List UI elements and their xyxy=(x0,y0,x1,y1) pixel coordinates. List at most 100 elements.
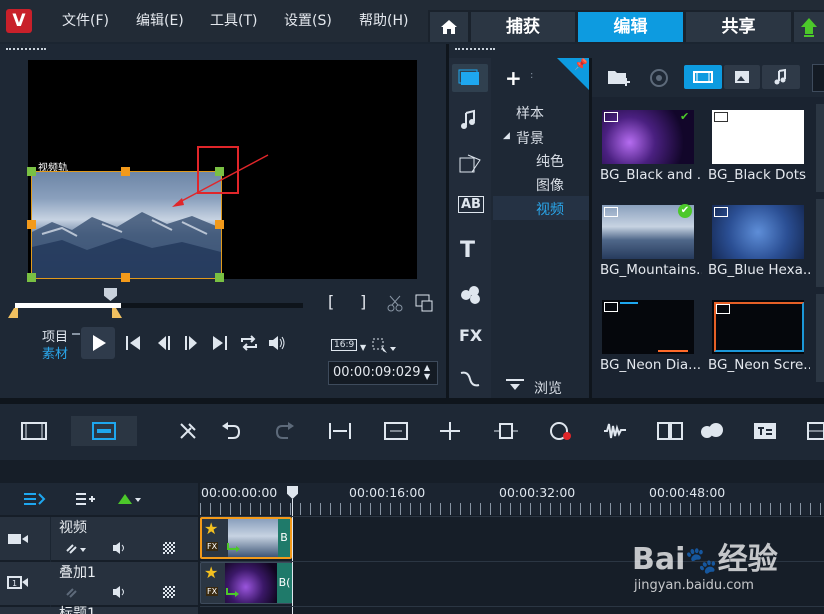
previous-frame-icon[interactable] xyxy=(155,334,173,352)
filter-photo-button[interactable] xyxy=(724,65,760,89)
tools-icon[interactable] xyxy=(177,420,201,442)
capture-camera-icon[interactable] xyxy=(648,67,670,89)
mark-in-icon[interactable]: [ xyxy=(328,292,334,311)
slip-icon[interactable] xyxy=(492,420,520,442)
multicam-icon[interactable] xyxy=(656,420,684,442)
video-camera-icon[interactable] xyxy=(7,532,29,546)
trim-icon[interactable] xyxy=(437,420,463,442)
library-thumbnail[interactable]: BG_Neon Scre... xyxy=(704,294,810,382)
text-t-icon[interactable]: T xyxy=(460,238,475,263)
tab-capture[interactable]: 捕获 xyxy=(471,12,575,42)
library-thumbnail[interactable]: BG_Blue Hexa... xyxy=(704,199,810,287)
menu-edit[interactable]: 编辑(E) xyxy=(136,10,184,30)
fit-timeline-icon[interactable] xyxy=(383,420,409,442)
end-icon[interactable] xyxy=(211,334,229,352)
filter-audio-button[interactable] xyxy=(762,65,800,89)
more-tools-icon[interactable] xyxy=(806,420,824,442)
add-dropdown-icon[interactable]: : xyxy=(530,70,533,81)
storyboard-view-icon[interactable] xyxy=(20,420,48,442)
mark-out-icon[interactable]: ] xyxy=(360,292,366,311)
repeat-icon[interactable] xyxy=(239,334,259,352)
add-folder-icon[interactable]: + xyxy=(505,66,522,90)
tree-item-backgrounds[interactable]: 背景 xyxy=(516,128,544,148)
next-frame-icon[interactable] xyxy=(182,334,200,352)
timecode-field[interactable]: 00:00:09:029 xyxy=(328,361,438,385)
audio-wave-icon[interactable] xyxy=(602,420,628,442)
media-icon xyxy=(458,69,479,85)
browse-icon[interactable] xyxy=(504,376,528,396)
mode-clip[interactable]: 素材 xyxy=(42,343,68,362)
tree-item-video[interactable]: 视频 xyxy=(536,199,564,219)
panel-grip[interactable] xyxy=(455,48,495,54)
library-thumbnail-partial[interactable] xyxy=(816,199,824,287)
browse-button[interactable]: 浏览 xyxy=(534,378,562,398)
undo-icon[interactable] xyxy=(220,420,242,442)
library-thumbnail[interactable]: ✔ BG_Mountains.... xyxy=(596,199,702,287)
chapter-marker-icon[interactable] xyxy=(116,490,142,508)
resize-handle[interactable] xyxy=(215,220,224,229)
track-transparency-icon[interactable] xyxy=(163,542,175,554)
play-button[interactable] xyxy=(81,327,115,359)
aspect-ratio-button[interactable]: 16:9 xyxy=(331,339,358,351)
timeline-view-button[interactable] xyxy=(71,416,137,446)
subtitle-icon[interactable] xyxy=(752,420,778,442)
import-media-icon[interactable] xyxy=(606,66,632,88)
record-icon[interactable] xyxy=(548,420,574,442)
tree-item-solid-color[interactable]: 纯色 xyxy=(536,151,564,171)
resize-handle[interactable] xyxy=(215,273,224,282)
link-icon[interactable] xyxy=(64,541,88,555)
menu-file[interactable]: 文件(F) xyxy=(62,10,109,30)
resize-handle[interactable] xyxy=(27,167,36,176)
menu-tools[interactable]: 工具(T) xyxy=(210,10,257,30)
tab-edit[interactable]: 编辑 xyxy=(578,12,683,42)
tree-item-image[interactable]: 图像 xyxy=(536,175,564,195)
redo-icon[interactable] xyxy=(274,420,296,442)
tab-share[interactable]: 共享 xyxy=(686,12,791,42)
fx-icon[interactable]: FX xyxy=(459,326,482,345)
split-clip-icon[interactable] xyxy=(386,294,404,312)
track-manager-icon[interactable] xyxy=(22,490,46,508)
track-volume-icon[interactable] xyxy=(111,585,131,599)
graphics-icon[interactable] xyxy=(458,283,484,307)
library-thumbnail[interactable]: ✔ BG_Black and ... xyxy=(596,104,702,192)
menu-help[interactable]: 帮助(H) xyxy=(359,10,408,30)
path-icon[interactable] xyxy=(458,367,482,391)
tree-expand-icon[interactable]: ◢ xyxy=(503,131,510,141)
timecode-stepper[interactable]: ▲ ▼ xyxy=(424,363,430,381)
timeline-clip-video[interactable]: B ★ FX xyxy=(200,517,292,559)
track-header-overlay[interactable] xyxy=(0,562,198,605)
library-thumbnail[interactable]: BG_Neon Dia... xyxy=(596,294,702,382)
overlay-track-icon[interactable]: 1 xyxy=(7,575,29,591)
track-header-title[interactable] xyxy=(0,607,198,614)
track-volume-icon[interactable] xyxy=(111,541,131,555)
filter-video-button[interactable] xyxy=(684,65,722,89)
library-thumbnail[interactable]: BG_Black Dots ... xyxy=(704,104,810,192)
media-category-button[interactable] xyxy=(452,64,488,92)
library-thumbnail-partial[interactable] xyxy=(816,104,824,192)
link-icon[interactable] xyxy=(64,585,80,599)
timeline-clip-overlay[interactable]: B( ★ FX xyxy=(200,562,292,604)
ripple-edit-icon[interactable] xyxy=(327,420,353,442)
upload-button[interactable] xyxy=(794,12,824,42)
enlarge-preview-icon[interactable] xyxy=(415,294,433,312)
resize-handle[interactable] xyxy=(27,220,36,229)
resize-handle[interactable] xyxy=(121,273,130,282)
library-thumbnail-partial[interactable] xyxy=(816,294,824,382)
resize-handle[interactable] xyxy=(121,167,130,176)
tree-item-samples[interactable]: 样本 xyxy=(516,103,544,123)
add-track-icon[interactable] xyxy=(74,490,98,508)
audio-note-icon[interactable] xyxy=(458,109,482,133)
transition-icon[interactable] xyxy=(458,152,484,176)
volume-icon[interactable] xyxy=(267,334,287,352)
panel-grip[interactable] xyxy=(6,48,46,54)
title-ab-icon[interactable]: AB xyxy=(458,196,484,213)
crop-dropdown-icon[interactable] xyxy=(371,337,397,355)
aspect-dropdown-icon[interactable]: ▼ xyxy=(360,343,366,352)
track-transparency-icon[interactable] xyxy=(163,586,175,598)
motion-tracking-icon[interactable] xyxy=(698,420,726,442)
menu-settings[interactable]: 设置(S) xyxy=(284,10,332,30)
home-start-icon[interactable] xyxy=(124,334,142,352)
search-field[interactable] xyxy=(812,64,824,92)
home-tab[interactable] xyxy=(430,12,468,42)
resize-handle[interactable] xyxy=(27,273,36,282)
